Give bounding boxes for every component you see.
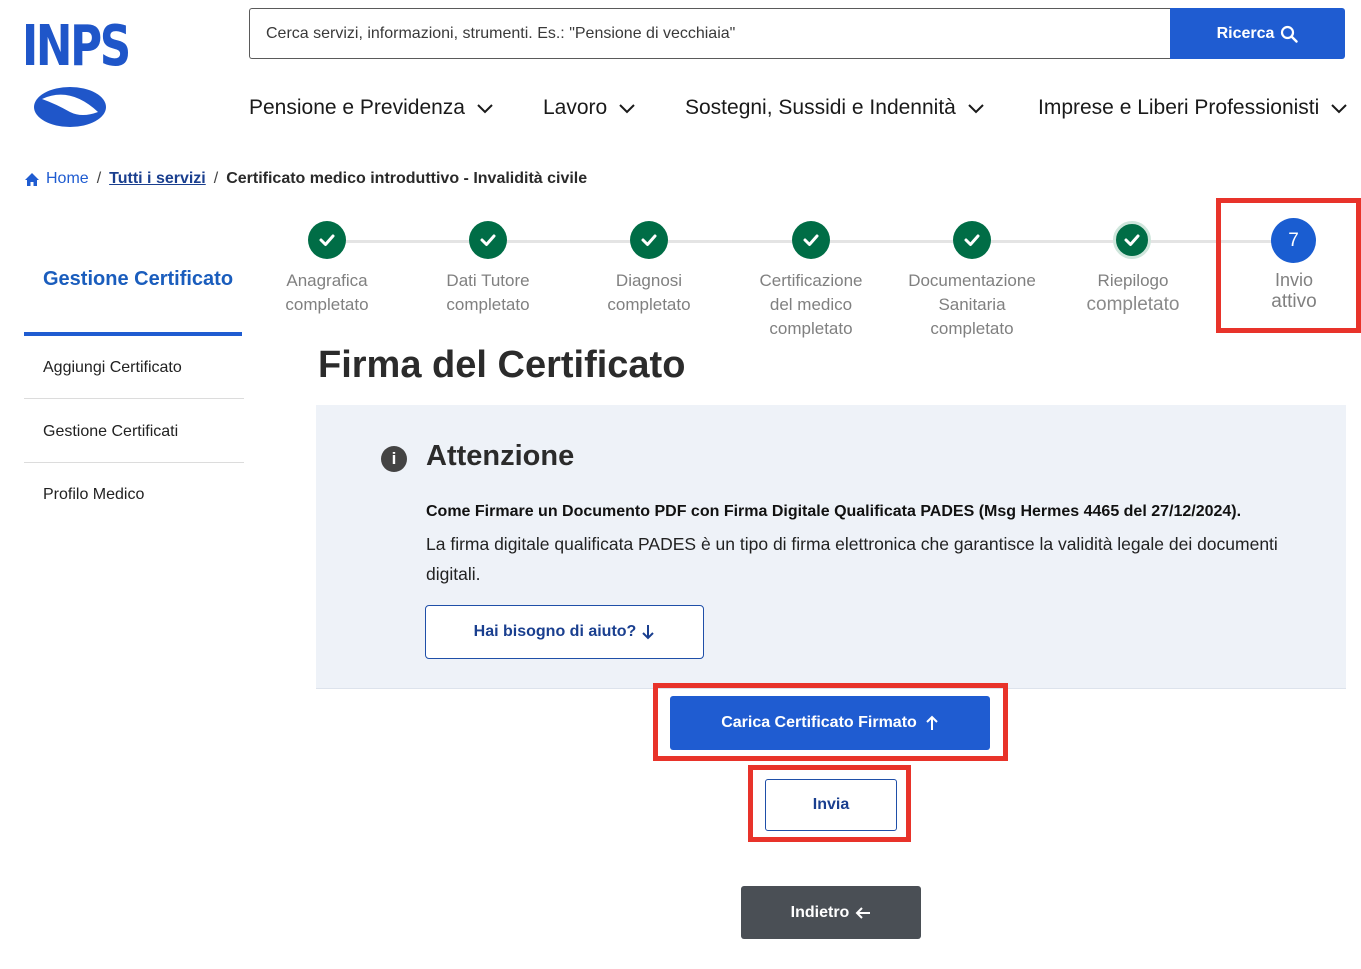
nav-imprese[interactable]: Imprese e Liberi Professionisti — [1038, 96, 1349, 120]
step-label-line: Riepilogo — [1097, 271, 1169, 290]
nav-label: Imprese e Liberi Professionisti — [1038, 96, 1320, 119]
sidebar-item-profilo-medico[interactable]: Profilo Medico — [43, 486, 144, 504]
send-button[interactable]: Invia — [765, 779, 897, 831]
step-label-line: Dati Tutore — [446, 271, 530, 290]
breadcrumb-home[interactable]: Home — [24, 170, 89, 188]
search-placeholder: Cerca servizi, informazioni, strumenti. … — [266, 24, 736, 42]
chevron-down-icon — [619, 104, 635, 114]
home-icon — [25, 172, 39, 186]
step-status: completato — [1086, 294, 1180, 315]
step-4-label: Certificazione del medico completato — [736, 269, 886, 341]
nav-sostegni[interactable]: Sostegni, Sussidi e Indennità — [685, 96, 986, 120]
sidebar-active-indicator — [24, 332, 242, 336]
step-status: completato — [930, 319, 1014, 338]
step-status: completato — [285, 295, 369, 314]
upload-signed-certificate-button[interactable]: Carica Certificato Firmato — [670, 696, 990, 750]
alert-title: Attenzione — [426, 440, 575, 472]
step-status: completato — [607, 295, 691, 314]
step-label-line: del medico — [769, 295, 853, 314]
sidebar-divider — [24, 398, 244, 399]
step-3-label: Diagnosi completato — [574, 269, 724, 317]
send-button-label: Invia — [812, 796, 850, 813]
step-status: attivo — [1271, 291, 1317, 312]
step-3-check-icon — [630, 221, 668, 259]
step-7-number-badge: 7 — [1271, 218, 1316, 263]
step-label-line: Diagnosi — [615, 271, 683, 290]
sidebar-item-aggiungi-certificato[interactable]: Aggiungi Certificato — [43, 359, 182, 377]
breadcrumb-separator: / — [213, 170, 219, 187]
breadcrumb-separator: / — [96, 170, 102, 187]
chevron-down-icon — [1331, 104, 1348, 114]
chevron-down-icon — [968, 104, 984, 114]
search-input[interactable]: Cerca servizi, informazioni, strumenti. … — [249, 8, 1171, 59]
step-label-line: Anagrafica — [286, 271, 368, 290]
nav-label: Sostegni, Sussidi e Indennità — [685, 96, 956, 119]
search-icon — [1281, 25, 1299, 43]
sidebar-item-gestione-certificati[interactable]: Gestione Certificati — [43, 423, 178, 441]
chevron-down-icon — [477, 104, 493, 114]
step-7-label: Invio attivo — [1219, 269, 1361, 313]
step-label-line: Documentazione — [908, 271, 1036, 290]
step-6-check-icon — [1113, 221, 1151, 259]
help-button[interactable]: Hai bisogno di aiuto? — [425, 605, 704, 659]
search-button[interactable]: Ricerca — [1170, 8, 1345, 59]
breadcrumb-services[interactable]: Tutti i servizi — [109, 170, 206, 188]
step-number: 7 — [1288, 229, 1299, 251]
step-1-label: Anagrafica completato — [252, 269, 402, 317]
info-icon: i — [381, 446, 407, 472]
inps-logo-text[interactable]: INPS — [22, 14, 131, 79]
breadcrumb: Home / Tutti i servizi / Certificato med… — [24, 170, 587, 188]
step-2-check-icon — [469, 221, 507, 259]
arrow-down-icon — [642, 625, 655, 640]
step-1-check-icon — [308, 221, 346, 259]
step-status: completato — [446, 295, 530, 314]
alert-text: La firma digitale qualificata PADES è un… — [426, 534, 1278, 584]
step-status: completato — [769, 319, 853, 338]
help-button-label: Hai bisogno di aiuto? — [473, 623, 637, 640]
back-button[interactable]: Indietro — [741, 886, 921, 939]
step-5-label: Documentazione Sanitaria completato — [897, 269, 1047, 341]
arrow-left-icon — [855, 906, 871, 919]
sidebar-title[interactable]: Gestione Certificato — [43, 268, 243, 291]
search-button-label: Ricerca — [1216, 24, 1275, 42]
alert-bold-text: Come Firmare un Documento PDF con Firma … — [426, 503, 1242, 520]
inps-logo-icon[interactable] — [30, 82, 110, 132]
step-6-label: Riepilogo completato — [1058, 269, 1208, 317]
step-2-label: Dati Tutore completato — [413, 269, 563, 317]
breadcrumb-home-label: Home — [46, 170, 89, 187]
upload-button-label: Carica Certificato Firmato — [721, 714, 917, 731]
step-4-check-icon — [792, 221, 830, 259]
nav-label: Pensione e Previdenza — [249, 96, 465, 119]
sidebar-divider — [24, 462, 244, 463]
back-button-label: Indietro — [790, 903, 850, 921]
step-label-line: Invio — [1274, 270, 1314, 290]
breadcrumb-current: Certificato medico introduttivo - Invali… — [226, 170, 588, 187]
step-label-line: Sanitaria — [938, 295, 1006, 314]
step-label-line: Certificazione — [759, 271, 863, 290]
nav-pensione-previdenza[interactable]: Pensione e Previdenza — [249, 96, 495, 120]
nav-label: Lavoro — [543, 96, 608, 119]
arrow-up-icon — [926, 715, 938, 730]
step-5-check-icon — [953, 221, 991, 259]
nav-lavoro[interactable]: Lavoro — [543, 96, 637, 120]
page-title: Firma del Certificato — [318, 344, 686, 386]
